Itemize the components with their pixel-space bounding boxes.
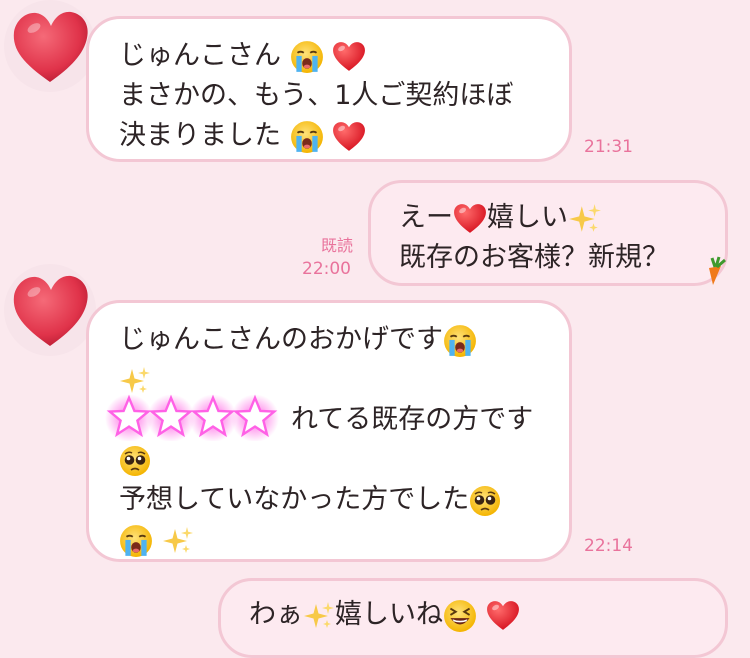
read-receipt: 既読 (321, 236, 354, 255)
message-bubble[interactable]: じゅんこさんのおかげです れてる既存の方です 予想していなかった方でした (86, 300, 572, 562)
red-heart-icon (486, 599, 520, 633)
pleading-face-icon (469, 485, 501, 517)
message-line: じゅんこさん (119, 36, 569, 76)
message-line: 決まりました (119, 116, 569, 156)
heart-avatar-icon[interactable] (4, 264, 96, 356)
star-sticker-icon (105, 393, 153, 441)
message-line: まさかの、もう、1人ご契約ほぼ (119, 80, 514, 111)
message-time: 22:00 (302, 259, 351, 279)
message-bubble[interactable]: じゅんこさん まさかの、もう、1人ご契約ほぼ 決まりました (86, 16, 572, 162)
heart-avatar-icon[interactable] (4, 0, 96, 92)
sparkles-icon (568, 202, 602, 236)
red-heart-icon (332, 40, 366, 74)
message-bubble[interactable]: えー 嬉しい 既存のお客様？新規？ (368, 180, 728, 286)
crying-face-icon (290, 40, 324, 74)
message-line: わぁ 嬉しいね (249, 595, 725, 635)
message-time: 21:31 (584, 137, 633, 157)
red-heart-icon (332, 120, 366, 154)
message-time: 22:14 (584, 536, 633, 556)
message-line: 予想していなかった方でした (119, 480, 569, 520)
message-line: じゅんこさんのおかげです (119, 320, 569, 360)
message-line: れてる既存の方です (119, 400, 569, 440)
crying-face-icon (119, 524, 153, 558)
message-bubble[interactable]: わぁ 嬉しいね (218, 578, 728, 658)
carrot-icon (709, 256, 726, 285)
message-line: 既存のお客様？新規？ (399, 242, 669, 273)
star-sticker-overlay (119, 401, 291, 441)
grinning-squint-face-icon (443, 599, 477, 633)
message-line (119, 440, 569, 480)
sparkles-icon (162, 525, 194, 557)
pleading-face-icon (119, 445, 151, 477)
message-line (119, 520, 569, 560)
star-sticker-icon (231, 393, 279, 441)
red-heart-icon (453, 202, 487, 236)
message-line: えー 嬉しい (399, 198, 725, 238)
crying-face-icon (290, 120, 324, 154)
crying-face-icon (443, 324, 477, 358)
star-sticker-icon (147, 393, 195, 441)
star-sticker-icon (189, 393, 237, 441)
